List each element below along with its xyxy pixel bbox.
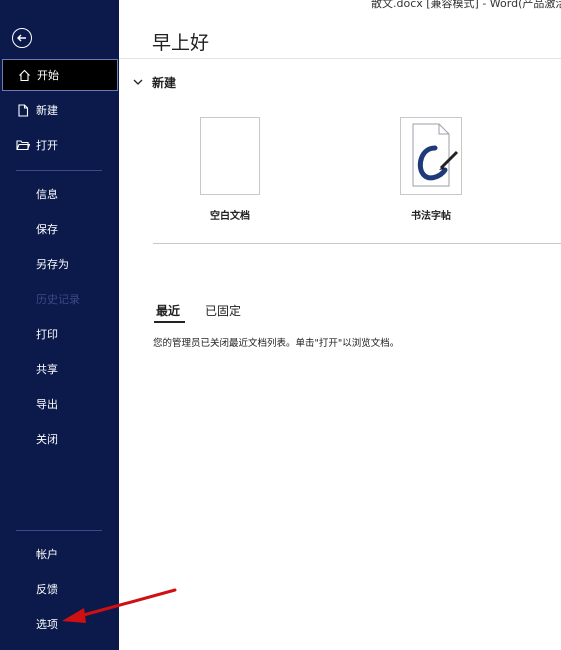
annotation-arrow-icon	[62, 588, 177, 623]
